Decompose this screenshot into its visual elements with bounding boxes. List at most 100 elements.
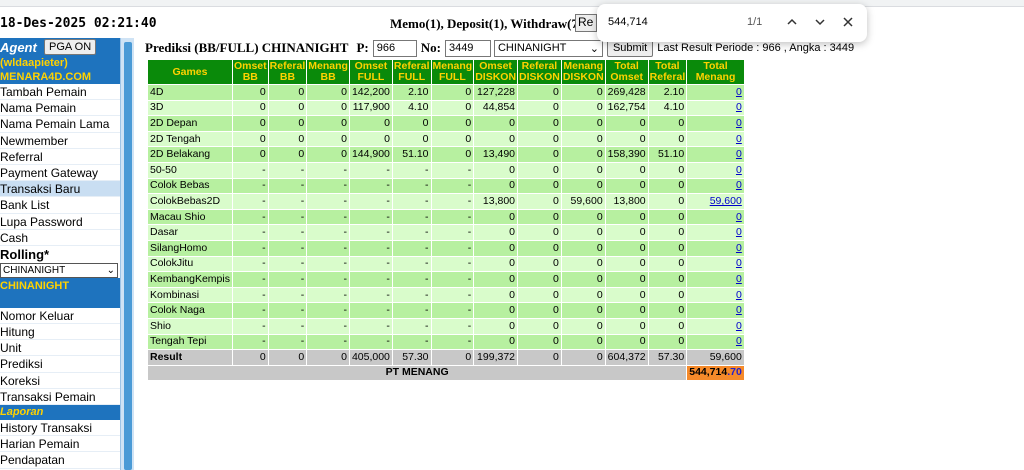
- total-menang-link[interactable]: 0: [687, 100, 744, 116]
- table-cell: -: [349, 287, 392, 303]
- table-cell: 0: [474, 318, 518, 334]
- table-cell: 158,390: [605, 147, 648, 162]
- find-next-icon[interactable]: [812, 14, 828, 30]
- table-cell: -: [392, 209, 431, 225]
- game-name-cell: ColokBebas2D: [148, 194, 232, 209]
- table-cell: -: [431, 256, 474, 272]
- memo-button[interactable]: Re: [575, 14, 597, 32]
- game-name-cell: 2D Tengah: [148, 131, 232, 147]
- table-cell: 0: [307, 147, 349, 162]
- table-cell: 0: [232, 116, 268, 131]
- sidebar-item-lupa-password[interactable]: Lupa Password: [0, 214, 120, 230]
- result-cell: 604,372: [605, 350, 648, 365]
- total-menang-link[interactable]: 0: [687, 209, 744, 225]
- table-cell: -: [268, 334, 307, 350]
- total-menang-link[interactable]: 0: [687, 85, 744, 100]
- close-icon[interactable]: [840, 14, 856, 30]
- total-menang-link[interactable]: 0: [687, 287, 744, 303]
- sidebar-scrollbar[interactable]: [120, 38, 134, 470]
- table-cell: 0: [648, 272, 687, 287]
- table-row: 50-50- - - - - -0 0 0 0 0 0: [148, 162, 744, 178]
- sidebar-item-nama-pemain-lama[interactable]: Nama Pemain Lama: [0, 116, 120, 133]
- sidebar-item-cash[interactable]: Cash: [0, 230, 120, 246]
- total-menang-link[interactable]: 0: [687, 303, 744, 318]
- table-cell: 0: [605, 240, 648, 256]
- result-row: Result 0 0 0 405,000 57.30 0 199,372 0 0 604,372 57…: [148, 350, 744, 365]
- find-previous-icon[interactable]: [784, 14, 800, 30]
- result-cell: 405,000: [349, 350, 392, 365]
- sidebar-item-prediksi[interactable]: Prediksi: [0, 356, 120, 373]
- table-cell: 0: [561, 272, 605, 287]
- total-menang-link[interactable]: 0: [687, 178, 744, 194]
- sidebar-item-unit[interactable]: Unit: [0, 340, 120, 357]
- sidebar-item-nomor-keluar[interactable]: Nomor Keluar: [0, 308, 120, 325]
- sidebar-item-referral[interactable]: Referral: [0, 149, 120, 165]
- total-menang-link[interactable]: 0: [687, 162, 744, 178]
- table-cell: -: [307, 240, 349, 256]
- total-menang-link[interactable]: 0: [687, 334, 744, 350]
- rolling-market-select[interactable]: CHINANIGHT ⌄: [0, 262, 118, 278]
- total-menang-link[interactable]: 0: [687, 256, 744, 272]
- table-cell: 0: [307, 131, 349, 147]
- sidebar-item-harian-pemain[interactable]: Harian Pemain: [0, 436, 120, 453]
- sidebar-item-history-transaksi[interactable]: History Transaksi: [0, 420, 120, 437]
- table-cell: 0: [605, 318, 648, 334]
- total-menang-link[interactable]: 0: [687, 225, 744, 240]
- agent-title: Agent: [0, 39, 37, 55]
- market-select[interactable]: CHINANIGHT ⌄: [493, 39, 603, 57]
- table-cell: 0: [561, 100, 605, 116]
- sidebar-item-nama-pemain[interactable]: Nama Pemain: [0, 100, 120, 117]
- table-cell: 0: [605, 162, 648, 178]
- table-cell: -: [307, 287, 349, 303]
- periode-input[interactable]: 966: [372, 39, 417, 57]
- sidebar-item-pendapatan[interactable]: Pendapatan: [0, 452, 120, 469]
- table-cell: -: [268, 209, 307, 225]
- table-cell: 0: [518, 209, 561, 225]
- site-name: MENARA4D.COM: [0, 70, 120, 84]
- table-cell: -: [349, 272, 392, 287]
- table-cell: 0: [648, 209, 687, 225]
- table-cell: -: [431, 225, 474, 240]
- sidebar-item-bank-list[interactable]: Bank List: [0, 197, 120, 214]
- number-input[interactable]: 3449: [444, 39, 491, 57]
- table-cell: 144,900: [349, 147, 392, 162]
- sidebar-item-transaksi-baru[interactable]: Transaksi Baru: [0, 181, 120, 198]
- submit-button[interactable]: Submit: [606, 39, 654, 57]
- table-cell: 0: [431, 85, 474, 100]
- total-menang-link[interactable]: 0: [687, 116, 744, 131]
- sidebar-item-koreksi[interactable]: Koreksi: [0, 373, 120, 389]
- pga-on-button[interactable]: PGA ON: [44, 39, 97, 55]
- sidebar-item-payment-gateway[interactable]: Payment Gateway: [0, 165, 120, 182]
- table-cell: -: [307, 303, 349, 318]
- table-cell: -: [268, 225, 307, 240]
- table-row: Macau Shio - - - - - -0 0 0 0 0 0: [148, 209, 744, 225]
- result-cell: 57.30: [648, 350, 687, 365]
- column-header: Menang DISKON: [561, 60, 605, 84]
- total-menang-link[interactable]: 0: [687, 131, 744, 147]
- table-cell: 0: [561, 209, 605, 225]
- table-cell: 0: [474, 287, 518, 303]
- table-cell: 13,490: [474, 147, 518, 162]
- table-cell: -: [268, 303, 307, 318]
- sidebar-item-transaksi-pemain[interactable]: Transaksi Pemain: [0, 389, 120, 405]
- total-menang-link[interactable]: 0: [687, 240, 744, 256]
- table-cell: -: [232, 225, 268, 240]
- scrollbar-thumb[interactable]: [124, 42, 132, 470]
- sidebar-item-tambah-pemain[interactable]: Tambah Pemain: [0, 84, 120, 101]
- find-input[interactable]: 544,714: [608, 16, 728, 28]
- table-cell: 0: [605, 178, 648, 194]
- table-cell: 0: [561, 147, 605, 162]
- table-cell: 0: [605, 256, 648, 272]
- total-menang-link[interactable]: 0: [687, 147, 744, 162]
- total-menang-link[interactable]: 0: [687, 318, 744, 334]
- sidebar-item-hitung[interactable]: Hitung: [0, 324, 120, 341]
- table-cell: 0: [518, 85, 561, 100]
- table-cell: 117,900: [349, 100, 392, 116]
- table-cell: -: [232, 162, 268, 178]
- sidebar: Agent PGA ON (wldaapieter) MENARA4D.COM …: [0, 38, 120, 470]
- total-menang-link[interactable]: 0: [687, 272, 744, 287]
- total-menang-link[interactable]: 59,600: [687, 194, 744, 209]
- memo-deposit-withdraw-summary[interactable]: Memo(1), Deposit(1), Withdraw(7): [390, 16, 582, 32]
- table-cell: 0: [561, 85, 605, 100]
- sidebar-item-newmember[interactable]: Newmember: [0, 133, 120, 149]
